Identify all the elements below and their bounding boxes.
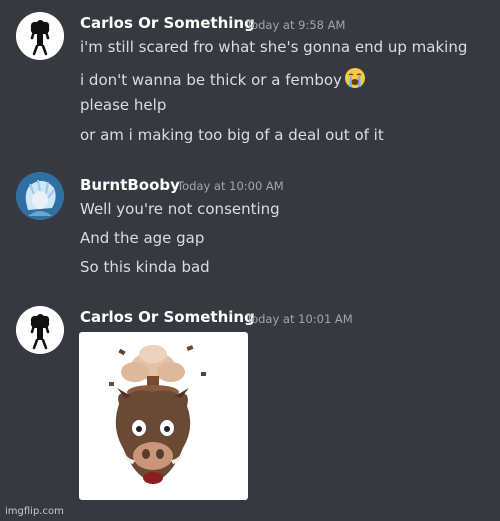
message-text-content: i don't wanna be thick or a femboy xyxy=(80,71,342,89)
black-figure-avatar-icon xyxy=(16,12,64,60)
message-timestamp: Today at 10:01 AM xyxy=(246,312,353,326)
watermark-text: imgflip.com xyxy=(5,506,64,517)
message-author[interactable]: BurntBooby xyxy=(80,176,180,194)
message-timestamp: Today at 10:00 AM xyxy=(177,179,284,193)
message-text: i don't wanna be thick or a femboy xyxy=(80,67,366,93)
message-author[interactable]: Carlos Or Something xyxy=(80,14,255,32)
user-avatar[interactable] xyxy=(16,12,64,60)
message-timestamp: Today at 9:58 AM xyxy=(246,18,346,32)
message-author[interactable]: Carlos Or Something xyxy=(80,308,255,326)
message-text: or am i making too big of a deal out of … xyxy=(80,126,384,144)
user-avatar[interactable] xyxy=(16,172,64,220)
message-text: please help xyxy=(80,96,167,114)
loudly-crying-face-icon xyxy=(344,67,366,93)
message-text: Well you're not consenting xyxy=(80,200,280,218)
black-figure-avatar-icon xyxy=(16,306,64,354)
anime-character-avatar-icon xyxy=(16,172,64,220)
mind-blown-boar-emoji-icon xyxy=(109,345,206,484)
message-text: And the age gap xyxy=(80,229,205,247)
message-text: So this kinda bad xyxy=(80,258,210,276)
message-text: i'm still scared fro what she's gonna en… xyxy=(80,38,468,56)
image-attachment[interactable] xyxy=(79,332,248,500)
user-avatar[interactable] xyxy=(16,306,64,354)
